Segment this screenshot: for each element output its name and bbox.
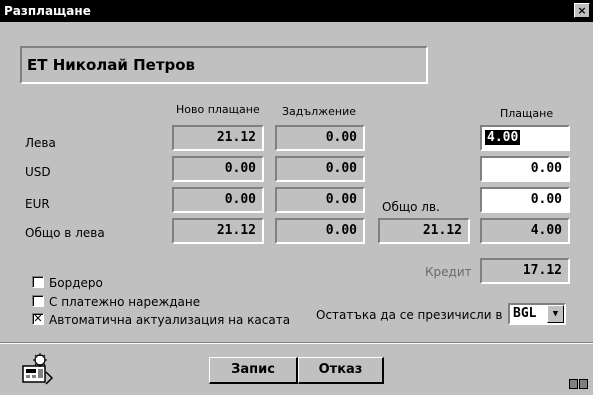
total-debt-value: 0.00 xyxy=(275,218,365,244)
close-button[interactable]: × xyxy=(574,3,590,18)
usd-debt-value: 0.00 xyxy=(275,156,365,182)
row-label-eur: EUR xyxy=(25,197,50,211)
leva-debt-value: 0.00 xyxy=(275,125,365,151)
credit-label: Кредит xyxy=(425,265,472,279)
usd-payment-input[interactable]: 0.00 xyxy=(480,156,570,182)
window-title: Разплащане xyxy=(4,4,91,18)
eur-new-payment-value: 0.00 xyxy=(172,187,264,213)
payment-order-checkbox[interactable] xyxy=(32,295,44,307)
eur-debt-value: 0.00 xyxy=(275,187,365,213)
footer-divider xyxy=(0,342,593,344)
currency-select-value: BGL xyxy=(513,306,537,321)
column-header-payment: Плащане xyxy=(500,107,554,120)
remainder-label: Остатъка да се презичисли в xyxy=(316,308,503,322)
total-payment-value: 4.00 xyxy=(480,218,570,244)
currency-select[interactable]: BGL ▼ xyxy=(508,303,566,325)
row-label-usd: USD xyxy=(25,165,51,179)
total-new-payment-value: 21.12 xyxy=(172,218,264,244)
chevron-down-icon[interactable]: ▼ xyxy=(547,305,564,323)
usd-new-payment-value: 0.00 xyxy=(172,156,264,182)
credit-value: 17.12 xyxy=(480,258,570,284)
total-bgn-value: 21.12 xyxy=(378,218,470,244)
company-name: ЕТ Николай Петров xyxy=(20,46,428,84)
auto-update-cash-label: Автоматична актуализация на касата xyxy=(49,313,291,327)
auto-update-cash-checkbox[interactable]: ✕ xyxy=(32,313,44,325)
save-button[interactable]: Запис xyxy=(209,357,298,384)
leva-payment-selected-text: 4.00 xyxy=(485,130,521,145)
window-restore-icon[interactable] xyxy=(568,378,590,390)
leva-new-payment-value: 21.12 xyxy=(172,125,264,151)
title-bar: Разплащане × xyxy=(0,0,593,22)
bordero-label: Бордеро xyxy=(49,276,103,290)
bordero-checkbox[interactable] xyxy=(32,276,44,288)
checkmark-icon: ✕ xyxy=(33,312,43,325)
row-label-leva: Лева xyxy=(25,136,56,150)
column-header-debt: Задължение xyxy=(282,105,356,118)
eur-payment-input[interactable]: 0.00 xyxy=(480,187,570,213)
payment-order-label: С платежно нареждане xyxy=(49,295,201,309)
cancel-button[interactable]: Отказ xyxy=(298,357,384,384)
column-header-new-payment: Ново плащане xyxy=(176,103,260,116)
leva-payment-input[interactable]: 4.00 xyxy=(480,125,570,151)
cash-register-icon xyxy=(22,353,54,385)
row-label-total: Общо в лева xyxy=(25,226,105,240)
total-bgn-label: Общо лв. xyxy=(382,200,440,214)
